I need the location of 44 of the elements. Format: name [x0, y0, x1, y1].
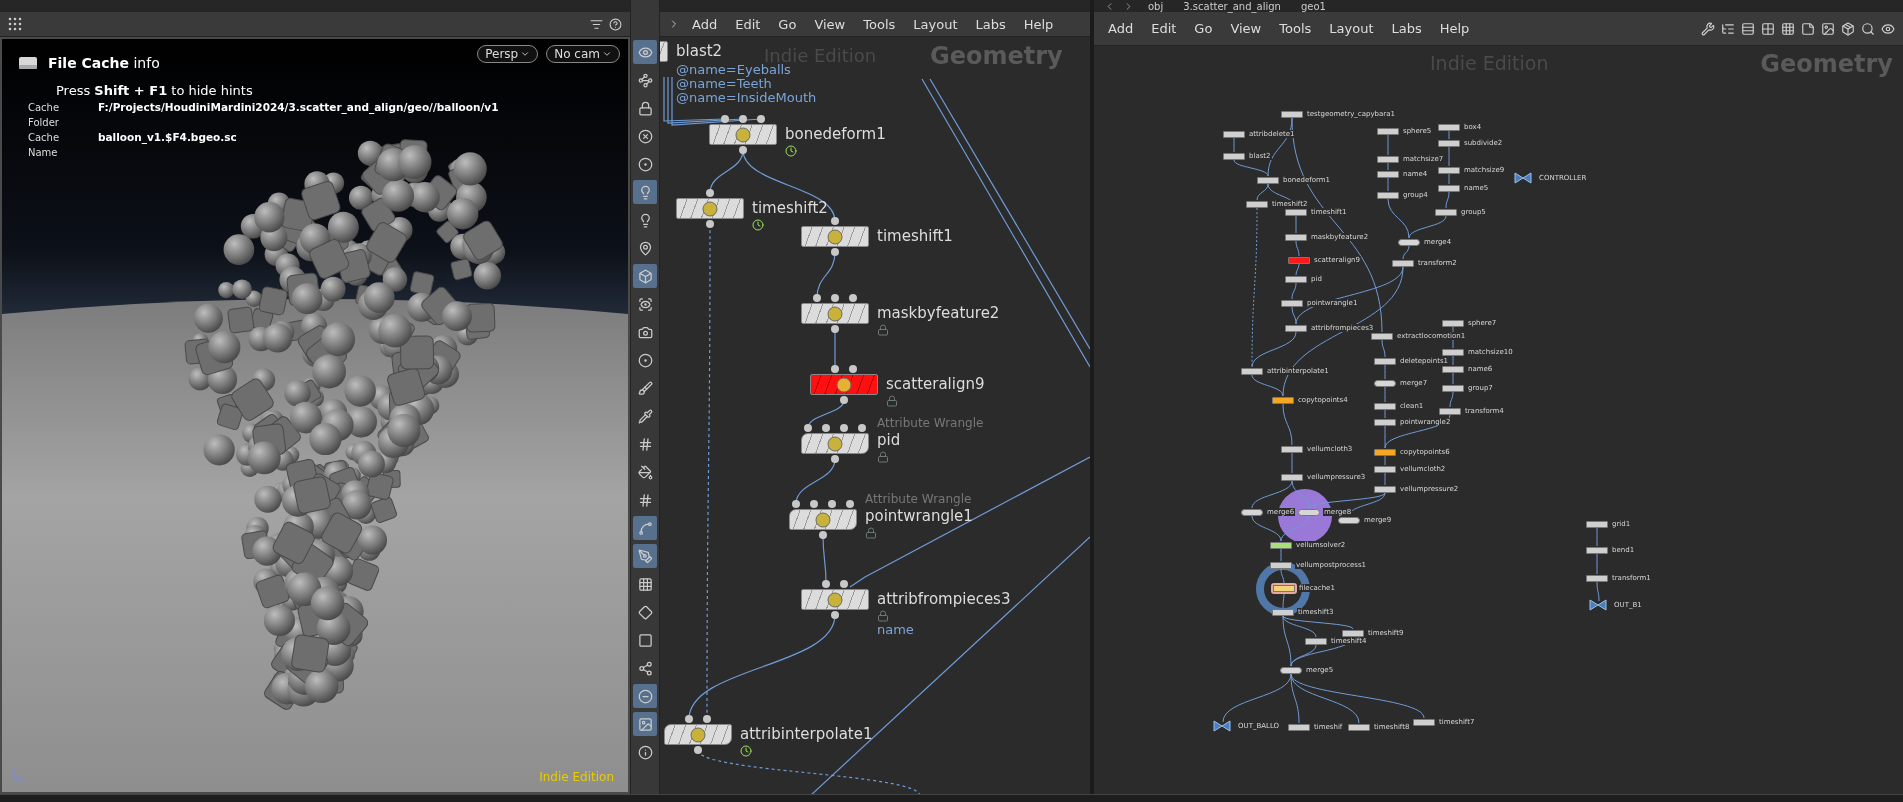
menu-item[interactable]: Tools [1273, 21, 1318, 36]
menu-item[interactable]: Layout [1323, 21, 1380, 36]
menu-item[interactable]: Add [686, 16, 724, 32]
view-dropdown[interactable]: No cam [546, 45, 620, 63]
menu-item[interactable]: Layout [907, 16, 964, 32]
group-label: name [877, 623, 915, 637]
edition-label: Indie Edition [539, 770, 614, 784]
path-segment[interactable]: geo1 [1294, 0, 1332, 12]
menu-item[interactable]: Go [772, 16, 803, 32]
path-segment[interactable]: obj [1142, 0, 1170, 12]
node-name: blast2 [676, 41, 723, 61]
node-name: attribinterpolate1 [740, 724, 873, 744]
view-dropdown[interactable]: Persp [477, 45, 539, 63]
node-name: timeshift2 [752, 198, 828, 218]
menu-item[interactable]: Add [1102, 21, 1140, 36]
menu-item[interactable]: Help [1017, 16, 1060, 32]
group-label: @name=Eyeballs [676, 63, 792, 77]
node-name: bonedeform1 [785, 124, 886, 144]
menu-item[interactable]: Labs [969, 16, 1012, 32]
node-name: timeshift1 [877, 226, 953, 246]
menu-item[interactable]: Edit [1145, 21, 1183, 36]
menu-item[interactable]: View [808, 16, 852, 32]
menu-item[interactable]: Labs [1385, 21, 1428, 36]
node-name: pid [877, 430, 902, 450]
node-name: attribfrompieces3 [877, 589, 1011, 609]
field-value: balloon_v1.$F4.bgeo.sc [98, 130, 237, 146]
menu-item[interactable]: Help [1433, 21, 1476, 36]
node-name: scatteralign9 [886, 374, 985, 394]
menu-item[interactable]: View [1224, 21, 1268, 36]
field-value: F:/Projects/HoudiniMardini2024/3.scatter_and_align/geo//balloon/v1 [98, 100, 499, 116]
menu-item[interactable]: Tools [857, 16, 902, 32]
group-label: @name=InsideMouth [676, 91, 817, 105]
info-title: File Cache info [48, 55, 160, 71]
field-label: Cache Folder [28, 101, 61, 130]
hint-text: Press Shift + F1 to hide hints [56, 83, 254, 98]
node-name: maskbyfeature2 [877, 303, 1000, 323]
node-type-label: Attribute Wrangle [877, 416, 984, 430]
menu-item[interactable]: Edit [729, 16, 767, 32]
field-label: Cache Name [28, 131, 61, 160]
node-name: pointwrangle1 [865, 506, 973, 526]
menu-item[interactable]: Go [1188, 21, 1219, 36]
group-label: @name=Teeth [676, 77, 772, 91]
node-type-label: Attribute Wrangle [865, 492, 973, 506]
path-segment[interactable]: 3.scatter_and_align [1177, 0, 1287, 12]
